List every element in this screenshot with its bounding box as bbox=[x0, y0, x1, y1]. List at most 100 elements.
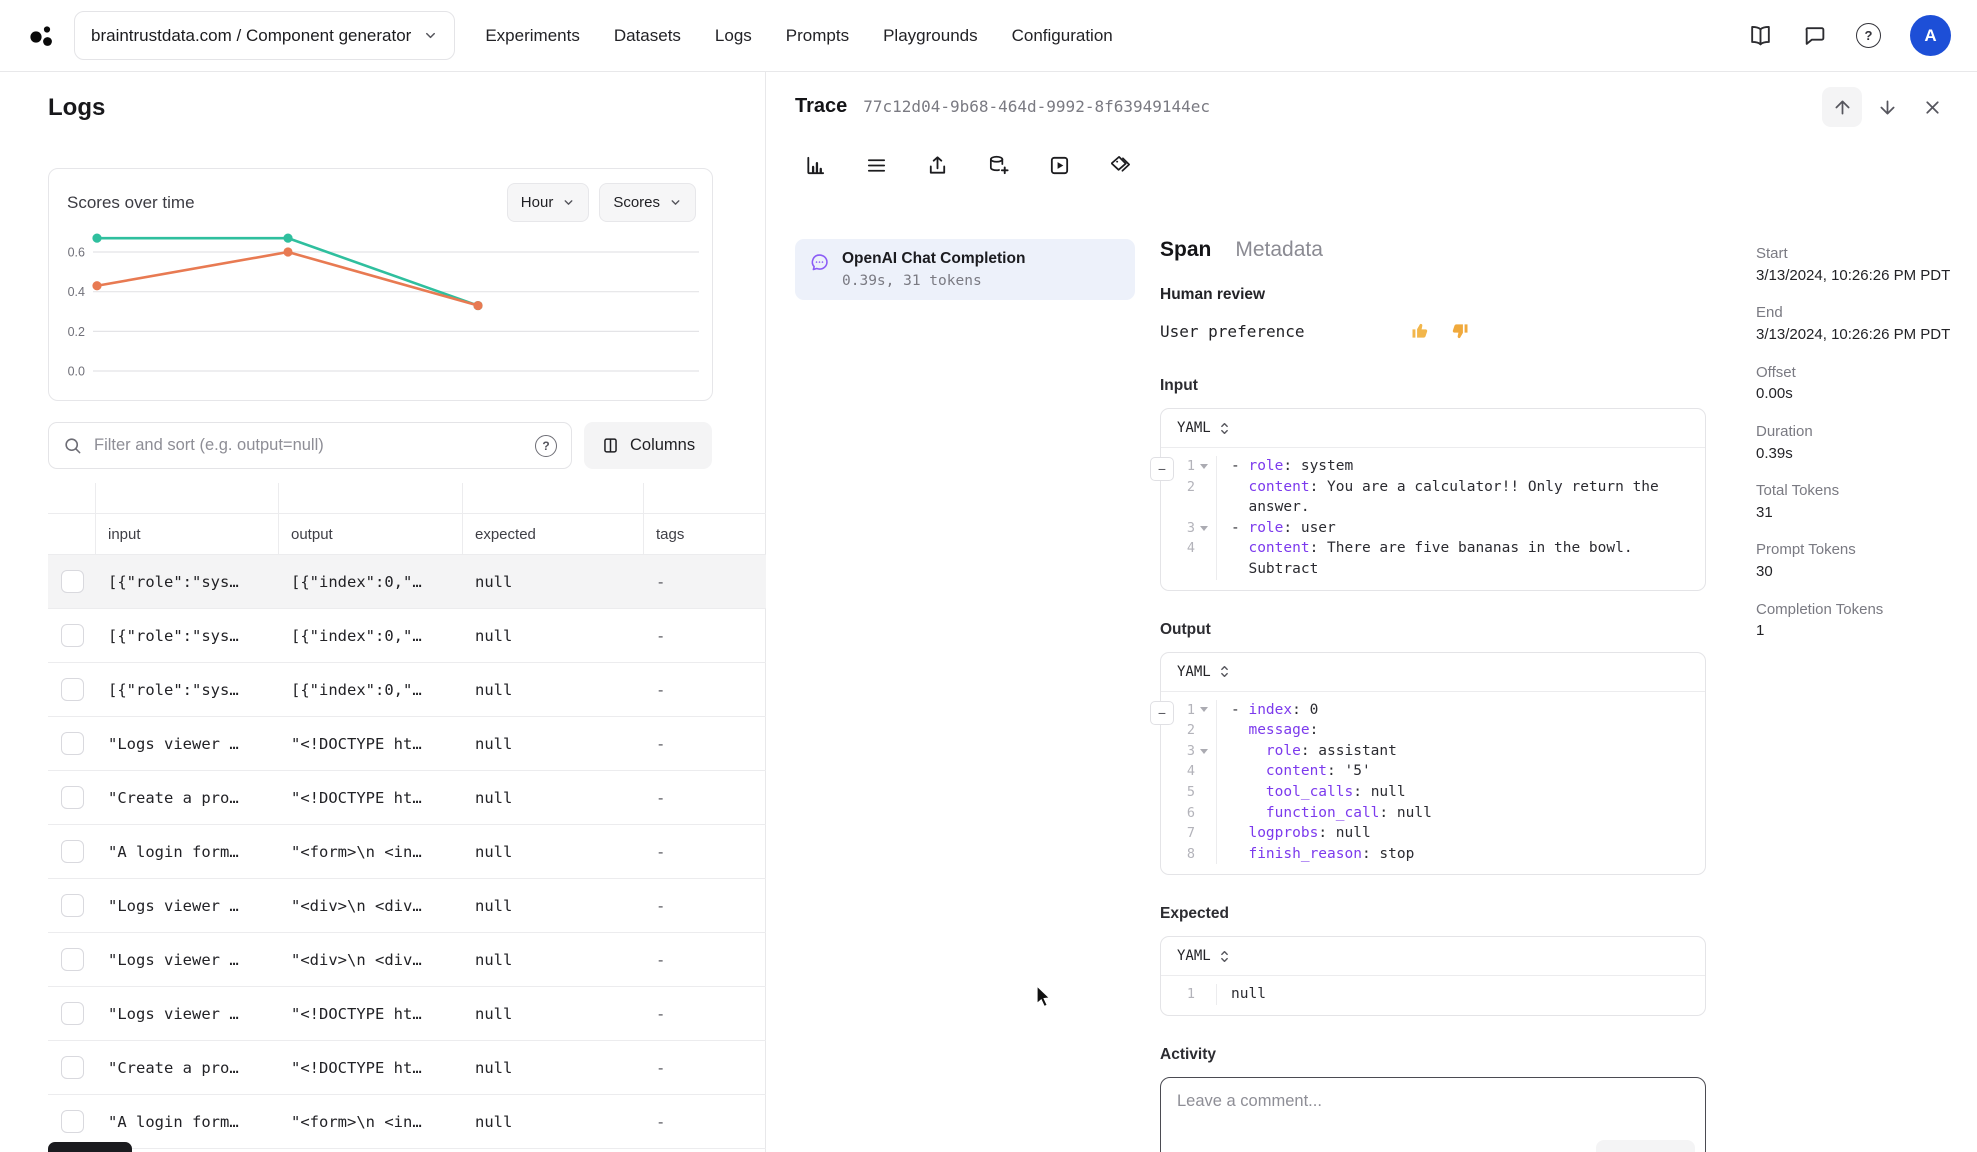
playground-icon[interactable] bbox=[1042, 148, 1076, 182]
table-row[interactable]: "Logs viewer … "<!DOCTYPE ht… null - bbox=[48, 717, 766, 771]
share-icon[interactable] bbox=[920, 148, 954, 182]
metadata-label: End bbox=[1756, 304, 1783, 322]
close-trace-button[interactable] bbox=[1912, 87, 1952, 127]
cell-output: [{"index":0,"… bbox=[291, 626, 422, 645]
filter-help-icon[interactable]: ? bbox=[535, 434, 557, 457]
span-item[interactable]: OpenAI Chat Completion 0.39s, 31 tokens bbox=[795, 239, 1135, 300]
thumbs-down-icon[interactable] bbox=[1450, 321, 1470, 341]
nav-item-playgrounds[interactable]: Playgrounds bbox=[883, 26, 978, 46]
activity-label: Activity bbox=[1160, 1045, 1216, 1063]
cell-expected: null bbox=[475, 1058, 513, 1077]
row-checkbox[interactable] bbox=[60, 786, 84, 809]
columns-button[interactable]: Columns bbox=[584, 422, 713, 469]
row-checkbox[interactable] bbox=[60, 1110, 84, 1133]
cell-tags: - bbox=[656, 626, 666, 645]
tab-span[interactable]: Span bbox=[1160, 238, 1211, 262]
output-format-select[interactable]: YAML bbox=[1177, 664, 1211, 680]
column-header-expected[interactable]: expected bbox=[463, 514, 644, 554]
docs-icon[interactable] bbox=[1748, 23, 1773, 48]
output-section-label: Output bbox=[1160, 620, 1211, 638]
line-number bbox=[1161, 497, 1217, 518]
table-row[interactable]: [{"role":"sys… [{"index":0,"… null - bbox=[48, 609, 766, 663]
user-avatar[interactable]: A bbox=[1910, 15, 1951, 56]
cell-input: [{"role":"sys… bbox=[108, 626, 239, 645]
row-checkbox-cell bbox=[48, 609, 96, 662]
row-checkbox[interactable] bbox=[60, 1002, 84, 1025]
help-icon[interactable]: ? bbox=[1856, 23, 1881, 48]
collapse-output-button[interactable]: − bbox=[1150, 700, 1174, 725]
table-row[interactable]: [{"role":"sys… [{"index":0,"… null - bbox=[48, 663, 766, 717]
collapse-input-button[interactable]: − bbox=[1150, 457, 1174, 481]
scores-dropdown[interactable]: Scores bbox=[599, 183, 696, 222]
row-checkbox[interactable] bbox=[60, 624, 84, 647]
table-row[interactable]: "A login form… "<form>\n <in… null - bbox=[48, 1095, 766, 1149]
code-text: - role: user bbox=[1231, 519, 1336, 536]
row-checkbox[interactable] bbox=[60, 570, 84, 593]
expected-yaml-code[interactable]: 1 null bbox=[1161, 976, 1705, 1015]
thumbs-up-icon[interactable] bbox=[1410, 321, 1430, 341]
fold-chevron-icon[interactable] bbox=[1200, 525, 1208, 531]
nav-item-prompts[interactable]: Prompts bbox=[786, 26, 849, 46]
row-checkbox[interactable] bbox=[60, 894, 84, 917]
column-header-input[interactable]: input bbox=[96, 514, 279, 554]
metadata-value: 0.39s bbox=[1756, 444, 1793, 462]
expected-format-select[interactable]: YAML bbox=[1177, 948, 1211, 964]
table-row[interactable]: "Logs viewer … "<div>\n <div… null - bbox=[48, 933, 766, 987]
list-view-icon[interactable] bbox=[859, 148, 893, 182]
row-checkbox-cell bbox=[48, 555, 96, 608]
cell-tags: - bbox=[656, 1058, 666, 1077]
table-row[interactable]: "Logs viewer … "<!DOCTYPE ht… null - bbox=[48, 987, 766, 1041]
tags-icon[interactable] bbox=[1103, 148, 1137, 182]
table-row[interactable]: "Create a pro… "<!DOCTYPE ht… null - bbox=[48, 771, 766, 825]
code-text: - index: 0 bbox=[1231, 701, 1319, 718]
trace-title: Trace bbox=[795, 95, 848, 117]
nav-item-experiments[interactable]: Experiments bbox=[485, 26, 579, 46]
filter-row: ? Columns bbox=[48, 422, 719, 469]
row-checkbox[interactable] bbox=[60, 678, 84, 701]
tab-metadata[interactable]: Metadata bbox=[1235, 238, 1323, 262]
next-trace-button[interactable] bbox=[1867, 87, 1907, 127]
code-line: 2 message: bbox=[1161, 720, 1705, 741]
table-row[interactable]: "Logs viewer … "<div>\n <div… null - bbox=[48, 879, 766, 933]
code-line: 4 content: '5' bbox=[1161, 761, 1705, 782]
cell-expected: null bbox=[475, 734, 513, 753]
cell-expected: null bbox=[475, 950, 513, 969]
feedback-icon[interactable] bbox=[1802, 23, 1827, 48]
page-title: Logs bbox=[48, 94, 106, 121]
fold-chevron-icon[interactable] bbox=[1200, 707, 1208, 713]
input-yaml-code[interactable]: 1- role: system 2 content: You are a calc… bbox=[1161, 448, 1705, 590]
comment-input[interactable] bbox=[1161, 1077, 1705, 1130]
table-row[interactable]: [{"role":"sys… [{"index":0,"… null - bbox=[48, 555, 766, 609]
fold-chevron-icon[interactable] bbox=[1200, 463, 1208, 469]
row-checkbox[interactable] bbox=[60, 948, 84, 971]
interval-dropdown[interactable]: Hour bbox=[506, 183, 590, 222]
row-checkbox[interactable] bbox=[60, 1056, 84, 1079]
input-format-select[interactable]: YAML bbox=[1177, 420, 1211, 436]
column-header-output[interactable]: output bbox=[279, 514, 463, 554]
nav-item-logs[interactable]: Logs bbox=[715, 26, 752, 46]
nav-item-configuration[interactable]: Configuration bbox=[1012, 26, 1113, 46]
row-checkbox[interactable] bbox=[60, 732, 84, 755]
span-stats: 0.39s, 31 tokens bbox=[842, 273, 982, 289]
table-row[interactable]: "Create a pro… "<!DOCTYPE ht… null - bbox=[48, 1041, 766, 1095]
project-selector[interactable]: braintrustdata.com / Component generator bbox=[74, 11, 456, 60]
output-yaml-code[interactable]: 1- index: 02 message: 3 role: assistant 4 … bbox=[1161, 692, 1705, 875]
arrow-up-icon bbox=[1835, 100, 1849, 114]
chart-title: Scores over time bbox=[67, 192, 195, 212]
column-header-tags[interactable]: tags bbox=[644, 514, 766, 554]
trace-id: 77c12d04-9b68-464d-9992-8f63949144ec bbox=[863, 97, 1211, 116]
table-row[interactable]: "A login form… "<form>\n <in… null - bbox=[48, 825, 766, 879]
row-checkbox[interactable] bbox=[60, 840, 84, 863]
table-header: input output expected tags bbox=[48, 513, 766, 555]
code-text: logprobs: null bbox=[1248, 825, 1371, 842]
cell-tags: - bbox=[656, 680, 666, 699]
fold-chevron-icon[interactable] bbox=[1200, 748, 1208, 754]
add-to-dataset-icon[interactable] bbox=[981, 148, 1015, 182]
filter-input[interactable] bbox=[92, 435, 535, 456]
nav-item-datasets[interactable]: Datasets bbox=[614, 26, 681, 46]
comment-button[interactable]: Comment bbox=[1595, 1139, 1695, 1152]
prev-trace-button[interactable] bbox=[1822, 87, 1862, 127]
chart-view-icon[interactable] bbox=[798, 148, 832, 182]
cell-input: "Logs viewer … bbox=[108, 896, 239, 915]
column-divider bbox=[279, 483, 463, 513]
